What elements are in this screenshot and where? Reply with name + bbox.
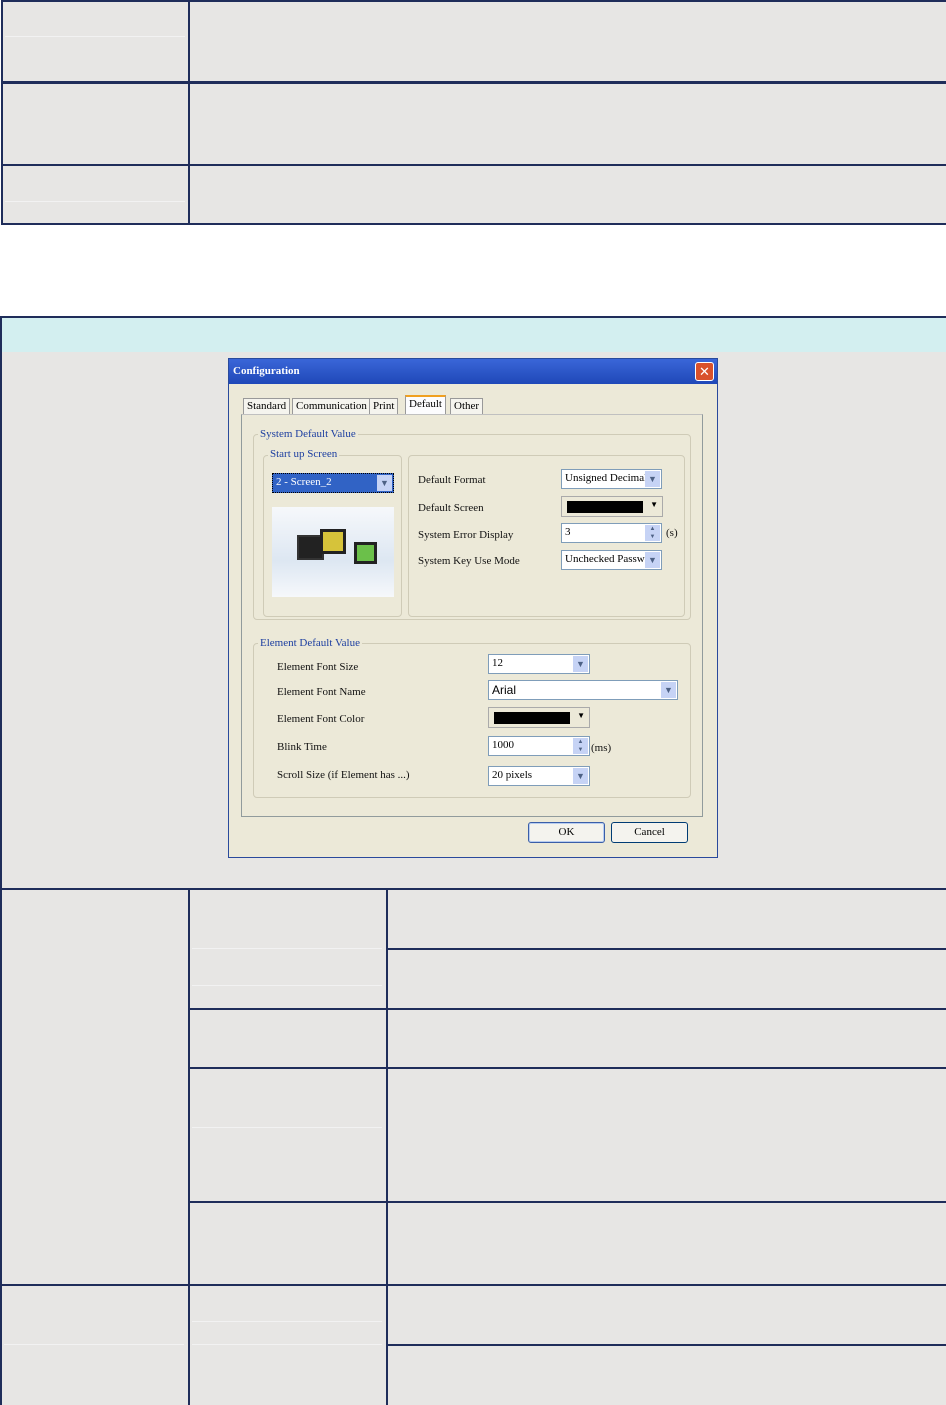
configuration-dialog: Configuration ✕ Standard Communication P… bbox=[228, 358, 718, 858]
system-key-use-mode-select[interactable]: Unchecked Passwo ▼ bbox=[561, 550, 662, 570]
font-name-value: Arial bbox=[492, 683, 517, 697]
chevron-down-icon: ▼ bbox=[645, 552, 660, 568]
chevron-down-icon: ▼ bbox=[573, 768, 588, 784]
chevron-down-icon: ▼ bbox=[661, 682, 676, 698]
font-color-picker[interactable]: ▼ bbox=[488, 707, 590, 728]
font-color-label: Element Font Color bbox=[277, 713, 365, 725]
top-table bbox=[1, 0, 946, 225]
spinner-icon[interactable]: ▲ ▼ bbox=[645, 525, 660, 541]
dropdown-arrow-icon: ▼ bbox=[577, 711, 585, 720]
color-swatch bbox=[567, 501, 643, 513]
tab-print[interactable]: Print bbox=[369, 398, 399, 415]
divider bbox=[388, 948, 946, 950]
ok-button[interactable]: OK bbox=[528, 822, 605, 843]
default-screen-label: Default Screen bbox=[418, 502, 484, 514]
close-button[interactable]: ✕ bbox=[695, 362, 714, 381]
divider bbox=[188, 0, 190, 225]
bottom-table bbox=[0, 888, 946, 1405]
scroll-size-label: Scroll Size (if Element has ...) bbox=[277, 769, 410, 781]
font-name-select[interactable]: Arial ▼ bbox=[488, 680, 678, 700]
system-key-use-mode-value: Unchecked Passwo bbox=[565, 553, 651, 565]
startup-screen-select[interactable]: 2 - Screen_2 ▼ bbox=[272, 473, 394, 493]
font-size-value: 12 bbox=[492, 657, 503, 669]
chevron-down-icon: ▼ bbox=[573, 656, 588, 672]
header-row bbox=[0, 316, 946, 354]
system-error-display-label: System Error Display bbox=[418, 529, 514, 541]
divider bbox=[192, 1321, 382, 1322]
startup-screen-value: 2 - Screen_2 bbox=[276, 476, 332, 488]
system-error-display-value: 3 bbox=[565, 526, 571, 538]
chevron-down-icon: ▼ bbox=[645, 471, 660, 487]
scroll-size-select[interactable]: 20 pixels ▼ bbox=[488, 766, 590, 786]
tab-standard[interactable]: Standard bbox=[243, 398, 291, 415]
font-name-label: Element Font Name bbox=[277, 686, 366, 698]
divider bbox=[192, 1127, 382, 1128]
divider bbox=[386, 888, 388, 1405]
spinner-icon[interactable]: ▲ ▼ bbox=[573, 738, 588, 754]
startup-screen-legend: Start up Screen bbox=[268, 448, 340, 460]
ms-unit: (ms) bbox=[591, 742, 612, 754]
divider bbox=[192, 1344, 382, 1345]
screen-preview-image bbox=[272, 507, 394, 597]
dialog-title: Configuration bbox=[229, 359, 717, 384]
font-size-select[interactable]: 12 ▼ bbox=[488, 654, 590, 674]
divider bbox=[0, 1284, 946, 1286]
divider bbox=[188, 1008, 946, 1010]
divider bbox=[388, 1344, 946, 1346]
scroll-size-value: 20 pixels bbox=[492, 769, 533, 781]
tab-other[interactable]: Other bbox=[450, 398, 484, 415]
divider bbox=[1, 164, 946, 166]
chevron-down-icon: ▼ bbox=[377, 475, 392, 491]
divider bbox=[188, 1201, 946, 1203]
blink-time-label: Blink Time bbox=[277, 741, 327, 753]
tab-communication[interactable]: Communication bbox=[292, 398, 371, 415]
default-format-select[interactable]: Unsigned Decimal ▼ bbox=[561, 469, 662, 489]
divider bbox=[192, 948, 382, 949]
divider bbox=[5, 36, 185, 37]
color-swatch bbox=[494, 712, 570, 724]
font-size-label: Element Font Size bbox=[277, 661, 359, 673]
seconds-unit: (s) bbox=[666, 527, 678, 539]
system-default-legend: System Default Value bbox=[258, 428, 358, 440]
dropdown-arrow-icon: ▼ bbox=[650, 500, 658, 509]
divider bbox=[4, 1344, 184, 1345]
blink-time-input[interactable]: 1000 ▲ ▼ bbox=[488, 736, 590, 756]
default-format-label: Default Format bbox=[418, 474, 486, 486]
divider bbox=[192, 985, 382, 986]
default-format-value: Unsigned Decimal bbox=[565, 472, 648, 484]
divider bbox=[188, 888, 190, 1405]
system-error-display-input[interactable]: 3 ▲ ▼ bbox=[561, 523, 662, 543]
element-default-legend: Element Default Value bbox=[258, 637, 362, 649]
cancel-button[interactable]: Cancel bbox=[611, 822, 688, 843]
blink-time-value: 1000 bbox=[492, 739, 514, 751]
divider bbox=[188, 1067, 946, 1069]
divider bbox=[1, 81, 946, 84]
default-screen-color-picker[interactable]: ▼ bbox=[561, 496, 663, 517]
tab-default[interactable]: Default bbox=[405, 395, 446, 416]
system-key-use-mode-label: System Key Use Mode bbox=[418, 555, 520, 567]
divider bbox=[5, 201, 185, 202]
